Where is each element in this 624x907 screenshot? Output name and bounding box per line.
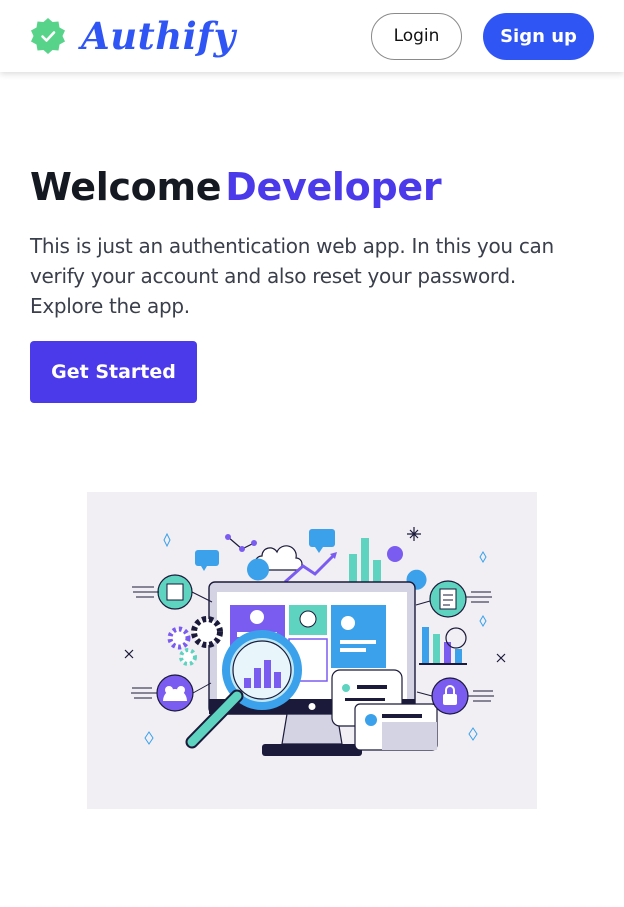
- nav-actions: Login Sign up: [371, 12, 594, 60]
- get-started-button[interactable]: Get Started: [30, 341, 197, 403]
- login-button[interactable]: Login: [371, 12, 462, 60]
- hero-title-highlight: Developer: [225, 165, 442, 209]
- signup-button[interactable]: Sign up: [483, 12, 594, 60]
- hero-section: Welcome Developer This is just an authent…: [30, 163, 600, 403]
- hero-title: Welcome Developer: [30, 163, 600, 211]
- brand-logo-link[interactable]: Authify: [28, 14, 236, 58]
- hero-title-prefix: Welcome: [30, 165, 222, 209]
- verified-badge-icon: [28, 16, 68, 56]
- brand-name: Authify: [81, 14, 236, 58]
- data-analytics-illustration: [87, 492, 537, 809]
- hero-description: This is just an authentication web app. …: [30, 234, 554, 318]
- navbar: Authify Login Sign up: [0, 0, 624, 72]
